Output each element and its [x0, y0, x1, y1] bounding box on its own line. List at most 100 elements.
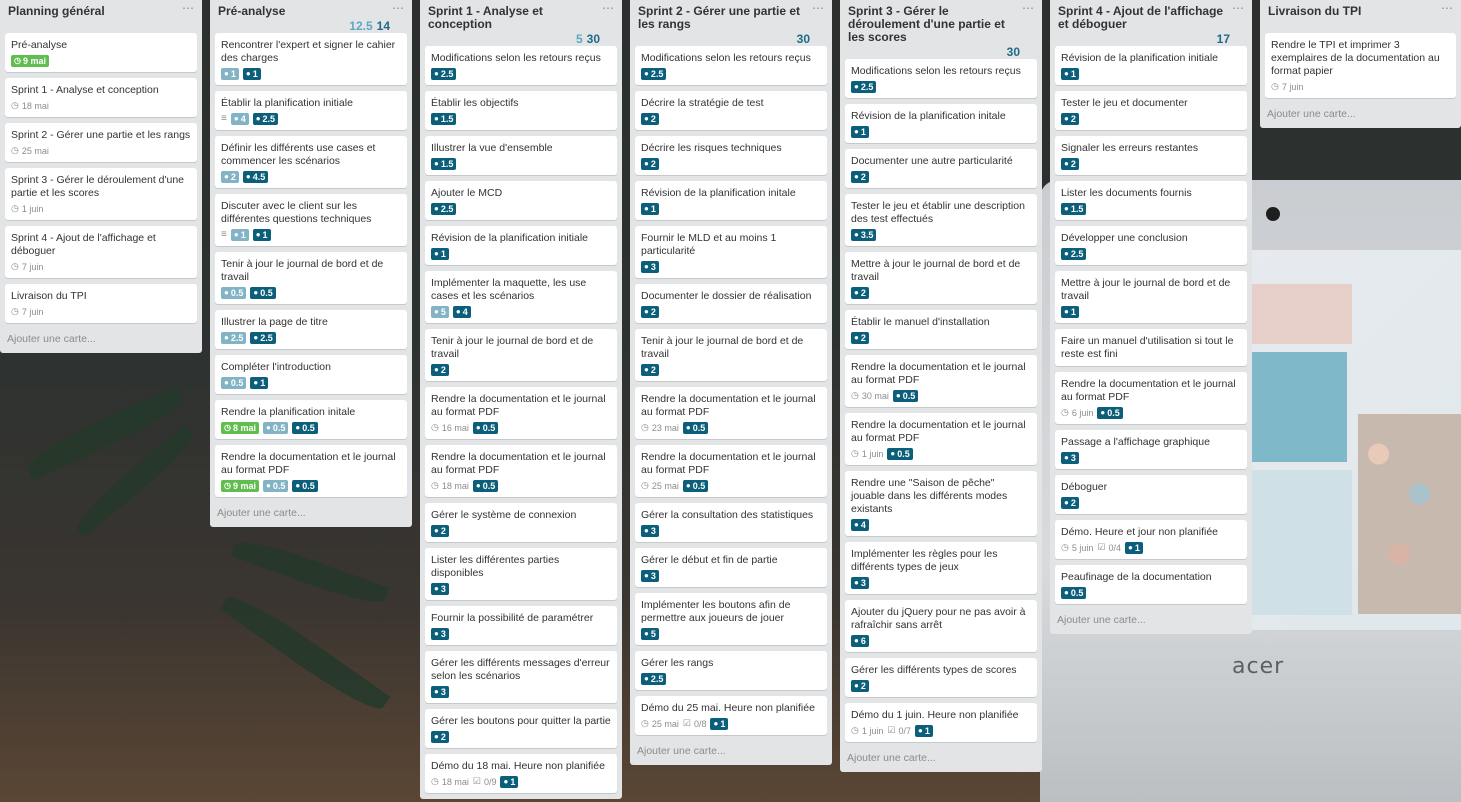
- add-card-button[interactable]: Ajouter une carte...: [5, 329, 197, 353]
- card[interactable]: Révision de la planification initiale ● 1: [1055, 46, 1247, 85]
- card[interactable]: Gérer les boutons pour quitter la partie…: [425, 709, 617, 748]
- card[interactable]: Documenter une autre particularité ● 2: [845, 149, 1037, 188]
- card[interactable]: Documenter le dossier de réalisation ● 2: [635, 284, 827, 323]
- list-header[interactable]: Sprint 3 - Gérer le déroulement d'une pa…: [845, 0, 1037, 59]
- card[interactable]: Lister les différentes parties disponibl…: [425, 548, 617, 600]
- card[interactable]: Tester le jeu et établir une description…: [845, 194, 1037, 246]
- card[interactable]: Établir le manuel d'installation ● 2: [845, 310, 1037, 349]
- list-header[interactable]: Planning général ⋯: [5, 0, 197, 33]
- card[interactable]: Tenir à jour le journal de bord et de tr…: [425, 329, 617, 381]
- card[interactable]: Démo. Heure et jour non planifiée ◷ 5 juin…: [1055, 520, 1247, 559]
- list-header[interactable]: Sprint 4 - Ajout de l'affichage et débog…: [1055, 0, 1247, 46]
- card[interactable]: Tester le jeu et documenter ● 2: [1055, 91, 1247, 130]
- card[interactable]: Sprint 2 - Gérer une partie et les rangs…: [5, 123, 197, 162]
- card[interactable]: Ajouter du jQuery pour ne pas avoir à ra…: [845, 600, 1037, 652]
- card[interactable]: Ajouter le MCD ● 2.5: [425, 181, 617, 220]
- list-header[interactable]: Livraison du TPI ⋯: [1265, 0, 1456, 33]
- card[interactable]: Démo du 25 mai. Heure non planifiée ◷ 25 m…: [635, 696, 827, 735]
- card[interactable]: Décrire les risques techniques ● 2: [635, 136, 827, 175]
- card[interactable]: Rendre la documentation et le journal au…: [425, 387, 617, 439]
- points-value: 2.5: [440, 68, 454, 79]
- card[interactable]: Gérer les différents types de scores ● 2: [845, 658, 1037, 697]
- list-menu-icon[interactable]: ⋯: [1232, 1, 1245, 15]
- card[interactable]: Démo du 1 juin. Heure non planifiée ◷ 1 ju…: [845, 703, 1037, 742]
- card[interactable]: Rendre la documentation et le journal au…: [635, 387, 827, 439]
- list-header[interactable]: Sprint 1 - Analyse et conception ⋯ 5 30: [425, 0, 617, 46]
- list-title[interactable]: Livraison du TPI: [1268, 5, 1440, 18]
- card[interactable]: Faire un manuel d'utilisation si tout le…: [1055, 329, 1247, 366]
- card[interactable]: Rendre le TPI et imprimer 3 exemplaires …: [1265, 33, 1456, 98]
- card[interactable]: Déboguer ● 2: [1055, 475, 1247, 514]
- list-menu-icon[interactable]: ⋯: [392, 1, 405, 15]
- card[interactable]: Gérer le début et fin de partie ● 3: [635, 548, 827, 587]
- card[interactable]: Discuter avec le client sur les différen…: [215, 194, 407, 246]
- add-card-button[interactable]: Ajouter une carte...: [845, 748, 1037, 772]
- card[interactable]: Implémenter la maquette, les use cases e…: [425, 271, 617, 323]
- card[interactable]: Rendre la documentation et le journal au…: [635, 445, 827, 497]
- add-card-button[interactable]: Ajouter une carte...: [635, 741, 827, 765]
- list-title[interactable]: Sprint 1 - Analyse et conception: [428, 5, 601, 31]
- card[interactable]: Peaufinage de la documentation ● 0.5: [1055, 565, 1247, 604]
- card[interactable]: Rendre la documentation et le journal au…: [845, 413, 1037, 465]
- list-header[interactable]: Pré-analyse ⋯ 12.5 14: [215, 0, 407, 33]
- list-menu-icon[interactable]: ⋯: [602, 1, 615, 15]
- card[interactable]: Révision de la planification initiale ● 1: [425, 226, 617, 265]
- card-badges: ● 2.5: [851, 80, 1031, 93]
- card[interactable]: Pré-analyse ◷ 9 mai: [5, 33, 197, 72]
- list-title[interactable]: Sprint 3 - Gérer le déroulement d'une pa…: [848, 5, 1021, 44]
- list-title[interactable]: Planning général: [8, 5, 181, 18]
- card[interactable]: Établir les objectifs ● 1.5: [425, 91, 617, 130]
- card[interactable]: Rendre la planification initale ◷ 8 mai ● 0.…: [215, 400, 407, 439]
- list-header[interactable]: Sprint 2 - Gérer une partie et les rangs…: [635, 0, 827, 46]
- card[interactable]: Modifications selon les retours reçus ● 2.…: [845, 59, 1037, 98]
- card[interactable]: Compléter l'introduction ● 0.5 ● 1: [215, 355, 407, 394]
- card[interactable]: Rencontrer l'expert et signer le cahier …: [215, 33, 407, 85]
- card[interactable]: Rendre la documentation et le journal au…: [215, 445, 407, 497]
- list-menu-icon[interactable]: ⋯: [812, 1, 825, 15]
- card[interactable]: Fournir la possibilité de paramétrer ● 3: [425, 606, 617, 645]
- card[interactable]: Développer une conclusion ● 2.5: [1055, 226, 1247, 265]
- card[interactable]: Rendre la documentation et le journal au…: [845, 355, 1037, 407]
- card[interactable]: Tenir à jour le journal de bord et de tr…: [635, 329, 827, 381]
- card[interactable]: Sprint 1 - Analyse et conception ◷ 18 mai: [5, 78, 197, 117]
- card[interactable]: Modifications selon les retours reçus ● 2.…: [425, 46, 617, 85]
- card[interactable]: Révision de la planification initale ● 1: [845, 104, 1037, 143]
- card[interactable]: Modifications selon les retours reçus ● 2.…: [635, 46, 827, 85]
- card[interactable]: Mettre à jour le journal de bord et de t…: [1055, 271, 1247, 323]
- card[interactable]: Gérer les rangs ● 2.5: [635, 651, 827, 690]
- list-menu-icon[interactable]: ⋯: [182, 1, 195, 15]
- card[interactable]: Passage a l'affichage graphique ● 3: [1055, 430, 1247, 469]
- list-title[interactable]: Sprint 4 - Ajout de l'affichage et débog…: [1058, 5, 1231, 31]
- add-card-button[interactable]: Ajouter une carte...: [215, 503, 407, 527]
- card[interactable]: Sprint 4 - Ajout de l'affichage et débog…: [5, 226, 197, 278]
- list-menu-icon[interactable]: ⋯: [1022, 1, 1035, 15]
- add-card-button[interactable]: Ajouter une carte...: [1055, 610, 1247, 634]
- add-card-button[interactable]: Ajouter une carte...: [1265, 104, 1456, 128]
- card[interactable]: Implémenter les règles pour les différen…: [845, 542, 1037, 594]
- card[interactable]: Tenir à jour le journal de bord et de tr…: [215, 252, 407, 304]
- list-title[interactable]: Pré-analyse: [218, 5, 391, 18]
- card[interactable]: Gérer les différents messages d'erreur s…: [425, 651, 617, 703]
- card[interactable]: Révision de la planification initale ● 1: [635, 181, 827, 220]
- card[interactable]: Gérer la consultation des statistiques ● 3: [635, 503, 827, 542]
- card[interactable]: Définir les différents use cases et comm…: [215, 136, 407, 188]
- card[interactable]: Illustrer la vue d'ensemble ● 1.5: [425, 136, 617, 175]
- card[interactable]: Gérer le système de connexion ● 2: [425, 503, 617, 542]
- card[interactable]: Lister les documents fournis ● 1.5: [1055, 181, 1247, 220]
- card[interactable]: Signaler les erreurs restantes ● 2: [1055, 136, 1247, 175]
- card[interactable]: Rendre une "Saison de pêche" jouable dan…: [845, 471, 1037, 536]
- card[interactable]: Établir la planification initiale ≡ ● 4 ● 2.5: [215, 91, 407, 130]
- card[interactable]: Démo du 18 mai. Heure non planifiée ◷ 18 m…: [425, 754, 617, 793]
- card[interactable]: Fournir le MLD et au moins 1 particulari…: [635, 226, 827, 278]
- list-menu-icon[interactable]: ⋯: [1441, 1, 1454, 15]
- card[interactable]: Sprint 3 - Gérer le déroulement d'une pa…: [5, 168, 197, 220]
- list-title[interactable]: Sprint 2 - Gérer une partie et les rangs: [638, 5, 811, 31]
- card[interactable]: Implémenter les boutons afin de permettr…: [635, 593, 827, 645]
- card[interactable]: Rendre la documentation et le journal au…: [425, 445, 617, 497]
- card-badges: ● 6: [851, 634, 1031, 647]
- card[interactable]: Rendre la documentation et le journal au…: [1055, 372, 1247, 424]
- card[interactable]: Illustrer la page de titre ● 2.5 ● 2.5: [215, 310, 407, 349]
- card[interactable]: Mettre à jour le journal de bord et de t…: [845, 252, 1037, 304]
- card[interactable]: Livraison du TPI ◷ 7 juin: [5, 284, 197, 323]
- card[interactable]: Décrire la stratégie de test ● 2: [635, 91, 827, 130]
